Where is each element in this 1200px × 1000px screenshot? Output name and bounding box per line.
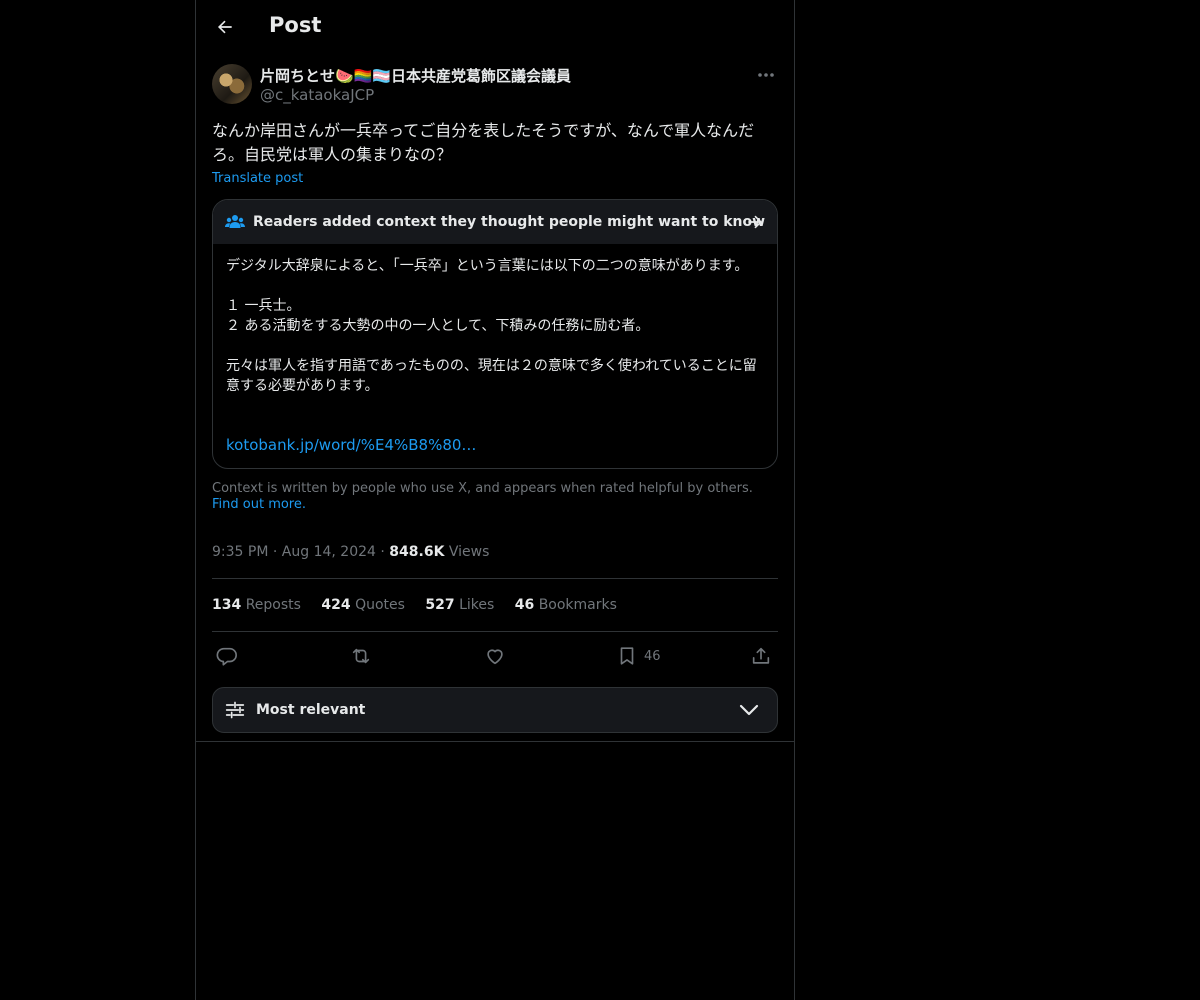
community-note-body: デジタル大辞泉によると、「一兵卒」という言葉には以下の二つの意味があります。 １… — [226, 258, 757, 394]
arrow-right-icon — [748, 215, 763, 229]
divider — [196, 741, 794, 742]
bookmark-button[interactable]: 46 — [616, 643, 661, 669]
translate-post-link[interactable]: Translate post — [212, 171, 303, 186]
community-note-link[interactable]: kotobank.jp/word/%E4%B8%80… — [226, 436, 476, 454]
post-meta: 9:35 PM · Aug 14, 2024 · 848.6K Views — [212, 544, 489, 560]
action-bar: 46 — [212, 643, 778, 669]
people-icon — [225, 215, 245, 228]
views-count: 848.6K — [389, 544, 445, 560]
author-handle[interactable]: @c_kataokaJCP — [260, 86, 374, 104]
post-date[interactable]: Aug 14, 2024 — [282, 544, 376, 560]
likes-stat[interactable]: 527 Likes — [425, 597, 494, 613]
repost-button[interactable] — [350, 643, 372, 669]
post-time[interactable]: 9:35 PM — [212, 544, 268, 560]
post-author: 片岡ちとせ🍉🏳️‍🌈🏳️‍⚧️日本共産党葛飾区議会議員 @c_kataokaJC… — [212, 64, 778, 108]
reposts-label: Reposts — [245, 597, 301, 613]
bookmarks-count: 46 — [514, 597, 535, 613]
quotes-count: 424 — [321, 597, 351, 613]
page-title: Post — [269, 13, 322, 37]
context-footer-text: Context is written by people who use X, … — [212, 481, 753, 496]
reposts-count: 134 — [212, 597, 242, 613]
page-header: Post — [196, 0, 794, 54]
like-icon — [487, 649, 503, 665]
like-button[interactable] — [484, 643, 506, 669]
community-note-title: Readers added context they thought peopl… — [253, 214, 766, 230]
share-button[interactable] — [750, 643, 772, 669]
find-out-more-link[interactable]: Find out more. — [212, 497, 306, 512]
author-name[interactable]: 片岡ちとせ🍉🏳️‍🌈🏳️‍⚧️日本共産党葛飾区議会議員 — [260, 65, 571, 86]
divider — [212, 631, 778, 632]
more-button[interactable] — [754, 66, 778, 84]
reply-button[interactable] — [216, 643, 238, 669]
meta-separator: · — [380, 544, 390, 560]
post-text: なんか岸田さんが一兵卒ってご自分を表したそうですが、なんで軍人なんだろ。自民党は… — [212, 121, 755, 164]
bookmark-count: 46 — [644, 648, 661, 664]
quotes-label: Quotes — [355, 597, 405, 613]
chevron-down-icon — [739, 704, 759, 716]
community-note-header[interactable]: Readers added context they thought peopl… — [213, 200, 777, 244]
sort-label: Most relevant — [256, 702, 366, 718]
bookmark-icon — [620, 647, 634, 665]
bookmarks-stat[interactable]: 46 Bookmarks — [515, 597, 617, 613]
sort-replies-dropdown[interactable]: Most relevant — [212, 687, 778, 733]
share-icon — [752, 647, 770, 664]
sliders-icon — [225, 701, 245, 719]
back-button[interactable] — [210, 12, 240, 42]
reposts-stat[interactable]: 134 Reposts — [212, 597, 301, 613]
post-stats: 134 Reposts 424 Quotes 527 Likes 46 Book… — [212, 597, 633, 613]
quotes-stat[interactable]: 424 Quotes — [321, 597, 405, 613]
likes-label: Likes — [459, 597, 495, 613]
reply-icon — [216, 647, 237, 666]
views-label: Views — [448, 544, 490, 560]
bookmarks-label: Bookmarks — [538, 597, 617, 613]
meta-separator: · — [272, 544, 282, 560]
divider — [212, 578, 778, 579]
community-note: Readers added context they thought peopl… — [212, 199, 778, 469]
repost-icon — [352, 648, 370, 664]
avatar[interactable] — [212, 64, 252, 104]
more-icon — [758, 73, 774, 77]
context-footer: Context is written by people who use X, … — [212, 481, 778, 513]
main-column: Post 片岡ちとせ🍉🏳️‍🌈🏳️‍⚧️日本共産党葛飾区議会議員 @c_kata… — [195, 0, 795, 1000]
back-arrow-icon — [217, 20, 232, 34]
likes-count: 527 — [425, 597, 455, 613]
